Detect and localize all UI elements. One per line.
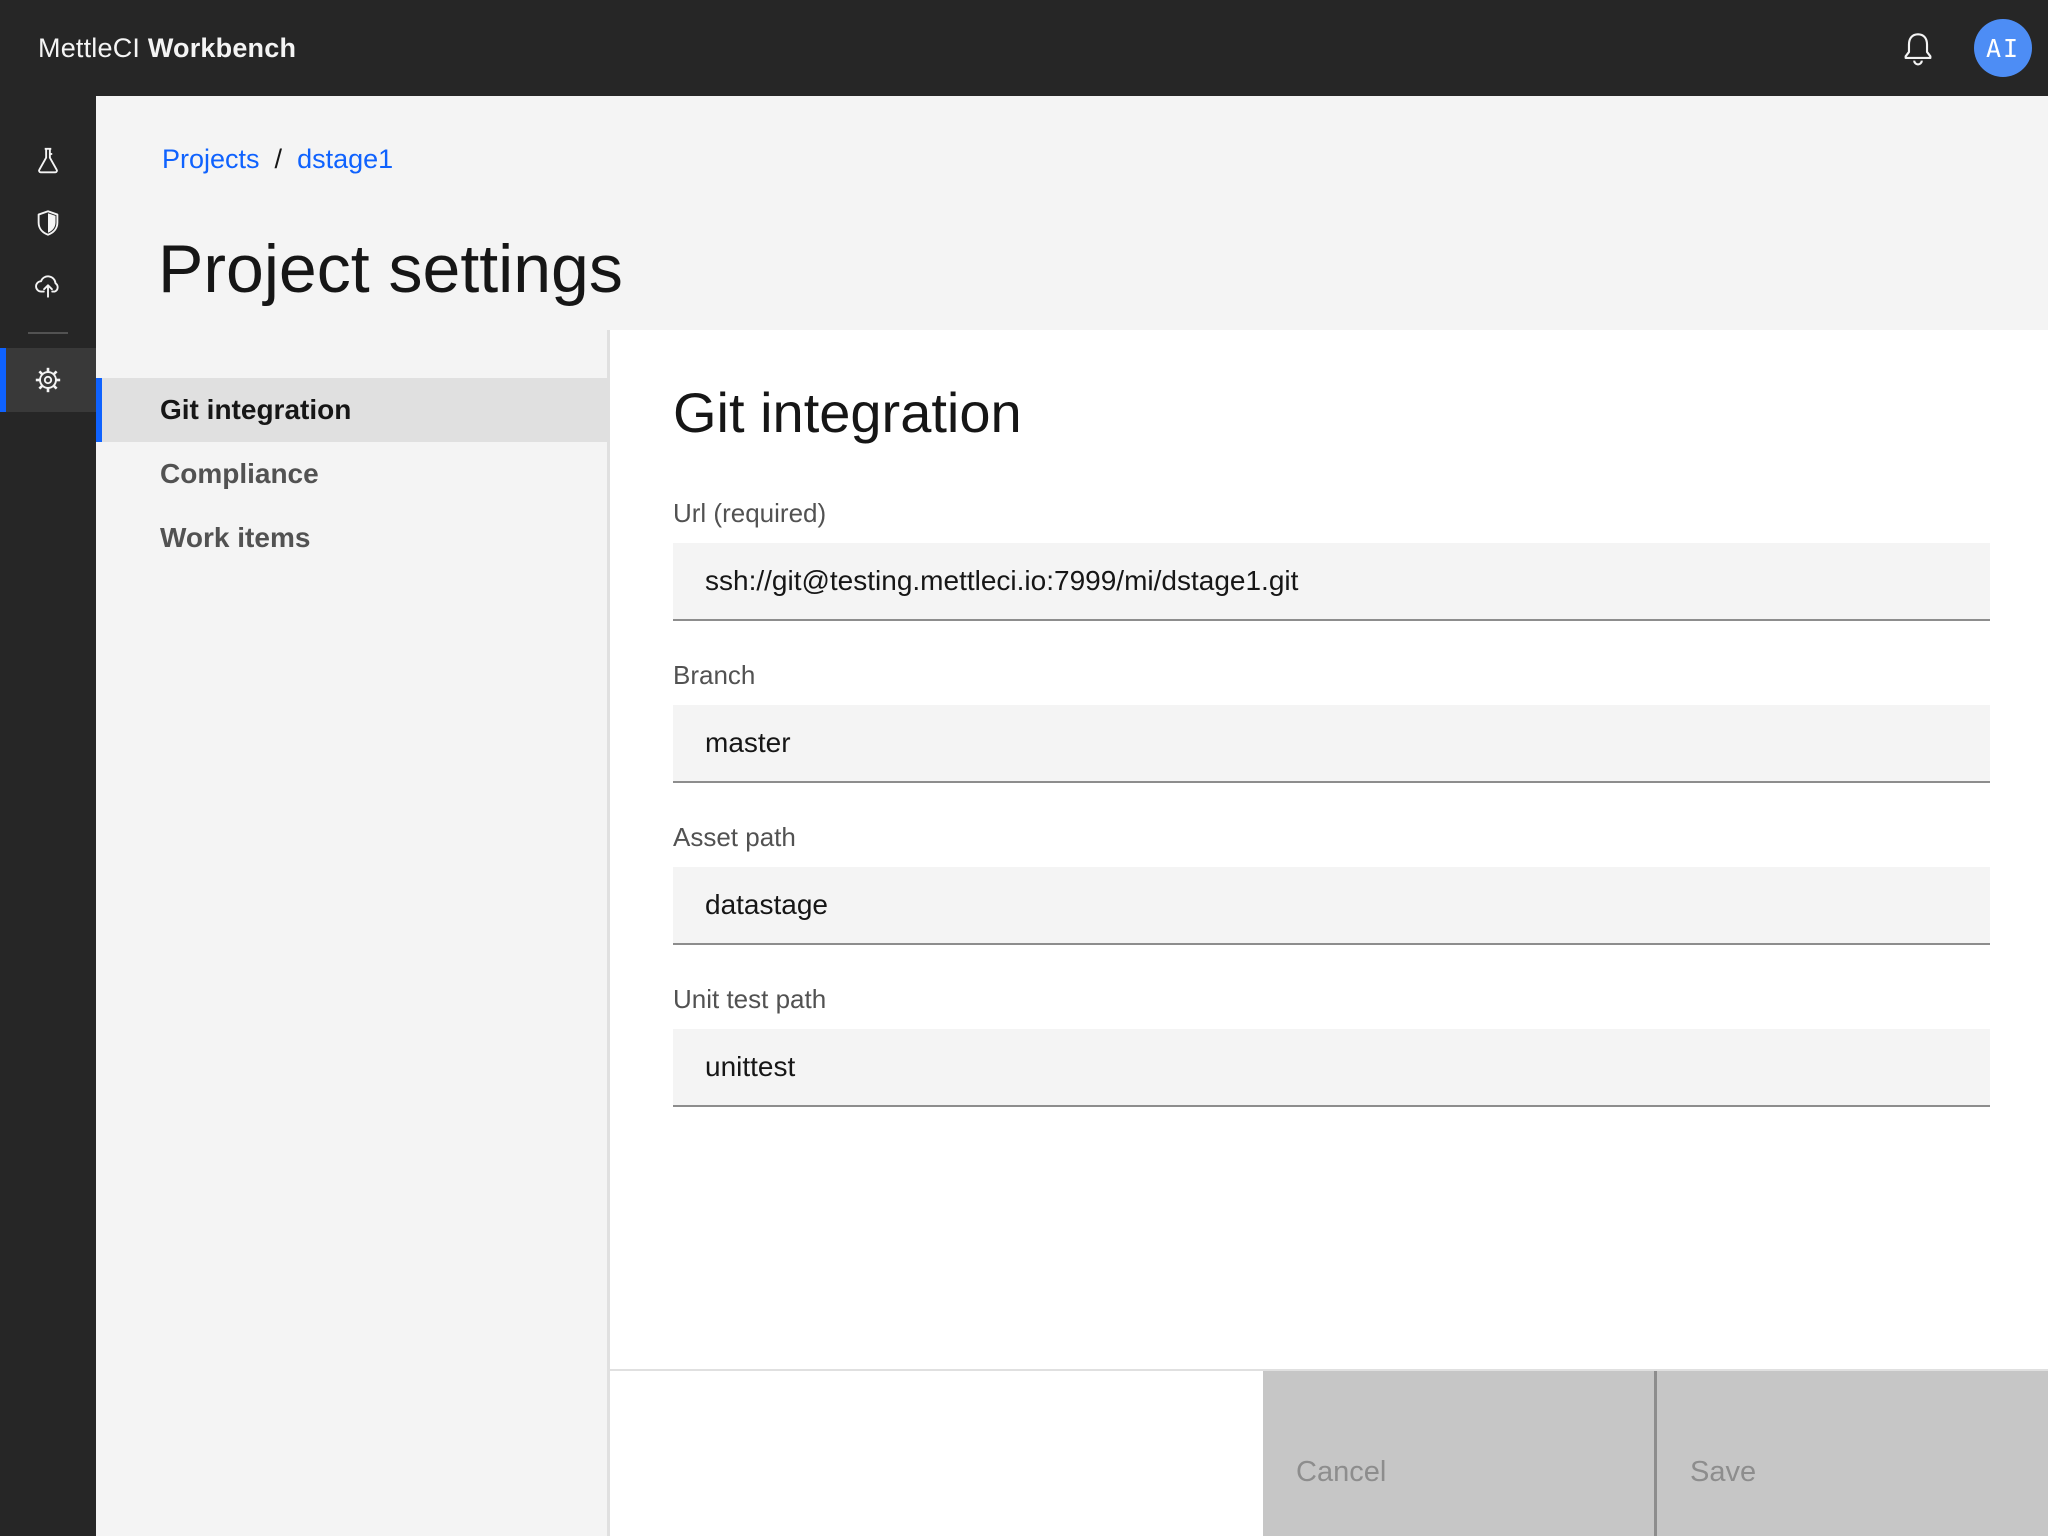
- nav-item-git-integration[interactable]: Git integration: [96, 378, 607, 442]
- brand-prefix: MettleCI: [38, 33, 148, 63]
- url-field-label: Url (required): [673, 499, 2048, 527]
- nav-item-compliance[interactable]: Compliance: [96, 442, 607, 506]
- form-footer: Cancel Save: [1263, 1371, 2048, 1536]
- page-header-band: Projects / dstage1 Project settings: [96, 96, 2048, 330]
- url-field[interactable]: [673, 543, 1990, 621]
- breadcrumb-link-dstage1[interactable]: dstage1: [297, 144, 393, 175]
- chemistry-flask-icon: [33, 146, 63, 176]
- breadcrumb: Projects / dstage1: [162, 144, 393, 175]
- asset-path-field[interactable]: [673, 867, 1990, 945]
- sidebar-icon-list: [0, 96, 96, 316]
- unit-test-path-field[interactable]: [673, 1029, 1990, 1107]
- section-heading: Git integration: [673, 330, 2048, 445]
- bell-icon: [1899, 29, 1937, 67]
- avatar-initials: AI: [1986, 34, 2020, 63]
- avatar[interactable]: AI: [1974, 19, 2032, 77]
- breadcrumb-link-projects[interactable]: Projects: [162, 144, 260, 175]
- settings-nav: Git integration Compliance Work items: [96, 330, 610, 1536]
- page-title: Project settings: [158, 230, 623, 308]
- sidebar-item-compliance[interactable]: [0, 192, 96, 254]
- breadcrumb-separator: /: [275, 144, 283, 175]
- main-panel: Git integration Url (required) Branch As…: [610, 330, 2048, 1371]
- asset-path-field-label: Asset path: [673, 823, 2048, 851]
- header-actions: AI: [1888, 18, 2032, 78]
- branch-field[interactable]: [673, 705, 1990, 783]
- sidebar-item-settings[interactable]: [0, 348, 96, 412]
- sidebar-divider: [28, 332, 68, 334]
- save-button[interactable]: Save: [1657, 1371, 2048, 1536]
- app-sidebar: [0, 96, 96, 1536]
- cancel-button[interactable]: Cancel: [1263, 1371, 1657, 1536]
- unit-test-path-field-label: Unit test path: [673, 985, 2048, 1013]
- brand-bold: Workbench: [148, 33, 296, 63]
- nav-item-work-items[interactable]: Work items: [96, 506, 607, 570]
- sidebar-item-deploy[interactable]: [0, 254, 96, 316]
- app-header: MettleCI Workbench AI: [0, 0, 2048, 96]
- branch-field-label: Branch: [673, 661, 2048, 689]
- gear-icon: [33, 365, 63, 395]
- notifications-button[interactable]: [1888, 18, 1948, 78]
- security-shield-icon: [33, 208, 63, 238]
- brand: MettleCI Workbench: [38, 33, 296, 64]
- app-root: MettleCI Workbench AI: [0, 0, 2048, 1536]
- cloud-upload-icon: [33, 270, 63, 300]
- sidebar-item-testing[interactable]: [0, 130, 96, 192]
